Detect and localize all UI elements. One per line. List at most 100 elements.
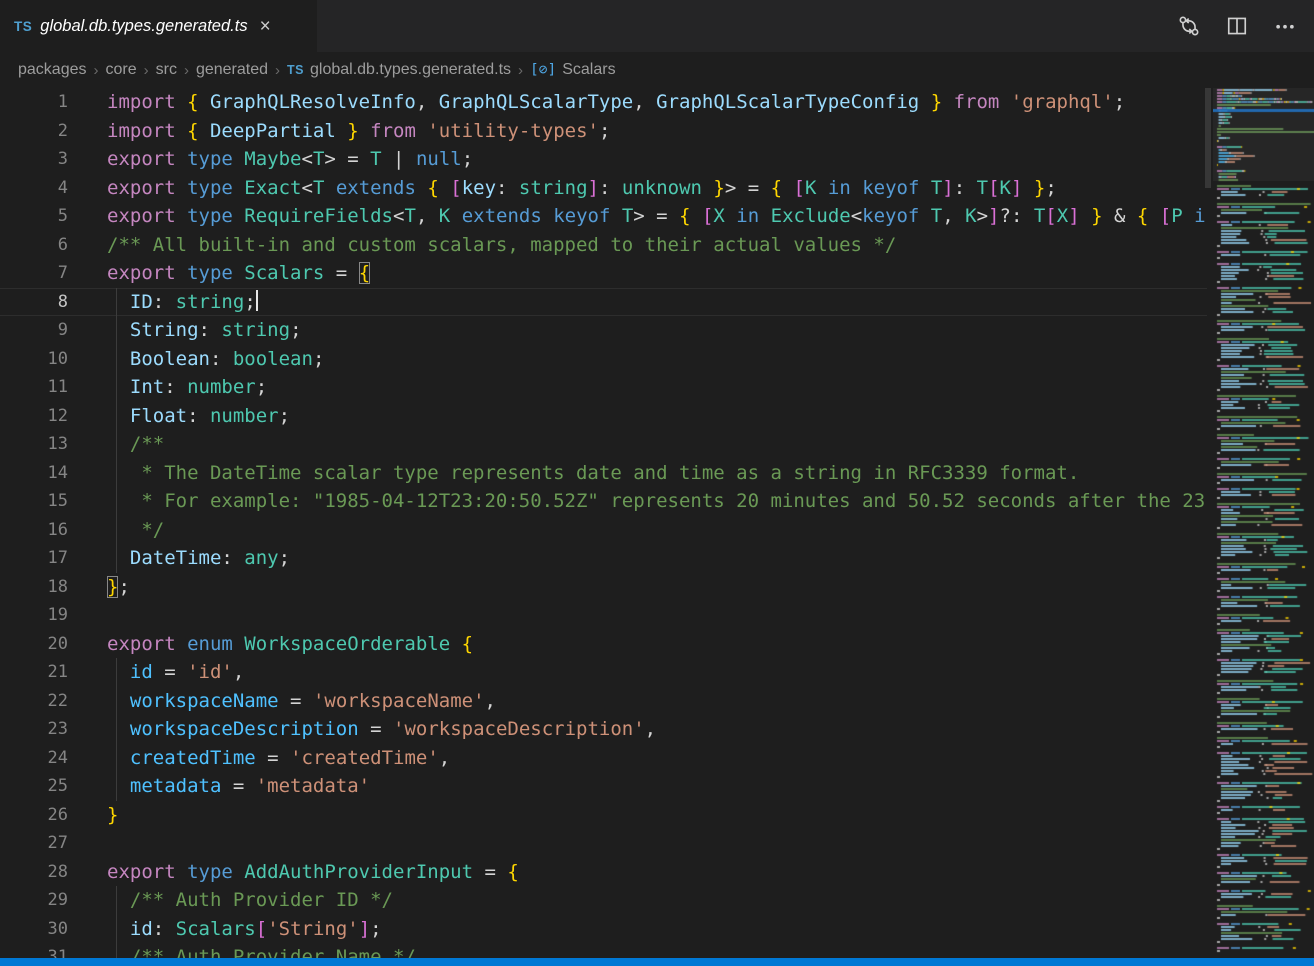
code-text: id: Scalars['String']; (107, 915, 382, 944)
code-line-15[interactable]: 15 * For example: "1985-04-12T23:20:50.5… (0, 487, 1207, 516)
code-text: export type AddAuthProviderInput = { (107, 858, 519, 887)
code-text: export type Exact<T extends { [key: stri… (107, 174, 1057, 203)
line-number: 13 (0, 430, 68, 459)
code-line-29[interactable]: 29 /** Auth Provider ID */ (0, 886, 1207, 915)
breadcrumb-label: global.db.types.generated.ts (310, 61, 511, 79)
symbol-type-icon: [⊘] (530, 62, 556, 78)
breadcrumb-item-global-db-types-generated-ts[interactable]: TSglobal.db.types.generated.ts (287, 61, 511, 79)
code-text: workspaceDescription = 'workspaceDescrip… (107, 715, 656, 744)
breadcrumb-label: generated (196, 61, 268, 79)
tab-global-db-types-generated-ts[interactable]: TS global.db.types.generated.ts × (0, 0, 317, 52)
breadcrumb-item-scalars[interactable]: [⊘]Scalars (530, 61, 616, 79)
line-number: 2 (0, 117, 68, 146)
breadcrumb-label: src (156, 61, 177, 79)
line-number: 8 (0, 288, 68, 317)
line-number: 6 (0, 231, 68, 260)
line-number: 3 (0, 145, 68, 174)
breadcrumb-separator-icon: › (94, 62, 99, 79)
ellipsis-icon (1274, 15, 1296, 37)
code-line-13[interactable]: 13 /** (0, 430, 1207, 459)
editor-scrollbar[interactable] (1205, 88, 1211, 188)
breadcrumb-item-core[interactable]: core (106, 61, 137, 79)
code-line-25[interactable]: 25 metadata = 'metadata' (0, 772, 1207, 801)
code-line-7[interactable]: 7export type Scalars = { (0, 259, 1207, 288)
line-number: 29 (0, 886, 68, 915)
line-number: 28 (0, 858, 68, 887)
line-number: 12 (0, 402, 68, 431)
typescript-file-icon: TS (14, 19, 32, 34)
code-line-3[interactable]: 3 export type Maybe<T> = T | null; (0, 145, 1207, 174)
code-text: export type Maybe<T> = T | null; (107, 145, 473, 174)
breadcrumb: packages›core›src›generated›TSglobal.db.… (0, 52, 1314, 88)
code-line-30[interactable]: 30 id: Scalars['String']; (0, 915, 1207, 944)
line-number: 16 (0, 516, 68, 545)
code-line-10[interactable]: 10 Boolean: boolean; (0, 345, 1207, 374)
code-line-24[interactable]: 24 createdTime = 'createdTime', (0, 744, 1207, 773)
line-number: 24 (0, 744, 68, 773)
code-text: createdTime = 'createdTime', (107, 744, 450, 773)
minimap[interactable] (1213, 88, 1314, 958)
code-line-16[interactable]: 16 */ (0, 516, 1207, 545)
more-actions-button[interactable] (1268, 9, 1302, 43)
code-text: /** Auth Provider ID */ (107, 886, 393, 915)
code-editor[interactable]: 1import { GraphQLResolveInfo, GraphQLSca… (0, 88, 1207, 958)
code-text: export type Scalars = { (107, 259, 370, 288)
code-line-12[interactable]: 12 Float: number; (0, 402, 1207, 431)
breadcrumb-label: packages (18, 61, 87, 79)
breadcrumb-separator-icon: › (184, 62, 189, 79)
code-line-26[interactable]: 26} (0, 801, 1207, 830)
code-text: * For example: "1985-04-12T23:20:50.52Z"… (107, 487, 1207, 516)
breadcrumb-item-generated[interactable]: generated (196, 61, 268, 79)
editor-tab-bar: TS global.db.types.generated.ts × (0, 0, 1314, 52)
code-line-14[interactable]: 14 * The DateTime scalar type represents… (0, 459, 1207, 488)
code-text: Int: number; (107, 373, 267, 402)
code-text: import { GraphQLResolveInfo, GraphQLScal… (107, 88, 1125, 117)
code-line-20[interactable]: 20export enum WorkspaceOrderable { (0, 630, 1207, 659)
line-number: 25 (0, 772, 68, 801)
open-changes-button[interactable] (1172, 9, 1206, 43)
code-line-6[interactable]: 6 /** All built-in and custom scalars, ma… (0, 231, 1207, 260)
code-line-27[interactable]: 27 (0, 829, 1207, 858)
line-number: 18 (0, 573, 68, 602)
code-line-4[interactable]: 4export type Exact<T extends { [key: str… (0, 174, 1207, 203)
minimap-slider[interactable] (1213, 88, 1314, 181)
split-editor-icon (1226, 15, 1248, 37)
code-line-23[interactable]: 23 workspaceDescription = 'workspaceDesc… (0, 715, 1207, 744)
text-cursor (256, 290, 258, 311)
code-line-9[interactable]: 9 String: string; (0, 316, 1207, 345)
line-number: 5 (0, 202, 68, 231)
code-line-1[interactable]: 1import { GraphQLResolveInfo, GraphQLSca… (0, 88, 1207, 117)
breadcrumb-item-src[interactable]: src (156, 61, 177, 79)
code-text: ID: string; (107, 288, 258, 317)
code-line-22[interactable]: 22 workspaceName = 'workspaceName', (0, 687, 1207, 716)
line-number: 22 (0, 687, 68, 716)
code-text: workspaceName = 'workspaceName', (107, 687, 496, 716)
line-number: 20 (0, 630, 68, 659)
line-number: 9 (0, 316, 68, 345)
code-line-31[interactable]: 31 /** Auth Provider Name */ (0, 943, 1207, 958)
code-text: } (107, 801, 118, 830)
code-text: */ (107, 516, 164, 545)
split-editor-button[interactable] (1220, 9, 1254, 43)
line-number: 17 (0, 544, 68, 573)
line-number: 11 (0, 373, 68, 402)
line-number: 30 (0, 915, 68, 944)
code-line-5[interactable]: 5export type RequireFields<T, K extends … (0, 202, 1207, 231)
code-line-28[interactable]: 28 export type AddAuthProviderInput = { (0, 858, 1207, 887)
line-number: 14 (0, 459, 68, 488)
close-tab-icon[interactable]: × (260, 17, 271, 36)
code-line-8[interactable]: 8 ID: string; (0, 288, 1207, 317)
line-number: 26 (0, 801, 68, 830)
breadcrumb-item-packages[interactable]: packages (18, 61, 87, 79)
code-line-19[interactable]: 19 (0, 601, 1207, 630)
breadcrumb-separator-icon: › (144, 62, 149, 79)
compare-changes-icon (1178, 15, 1200, 37)
code-line-11[interactable]: 11 Int: number; (0, 373, 1207, 402)
line-number: 21 (0, 658, 68, 687)
code-line-2[interactable]: 2import { DeepPartial } from 'utility-ty… (0, 117, 1207, 146)
code-line-18[interactable]: 18}; (0, 573, 1207, 602)
code-text: DateTime: any; (107, 544, 290, 573)
code-text: /** All built-in and custom scalars, map… (107, 231, 896, 260)
code-line-21[interactable]: 21 id = 'id', (0, 658, 1207, 687)
code-line-17[interactable]: 17 DateTime: any; (0, 544, 1207, 573)
